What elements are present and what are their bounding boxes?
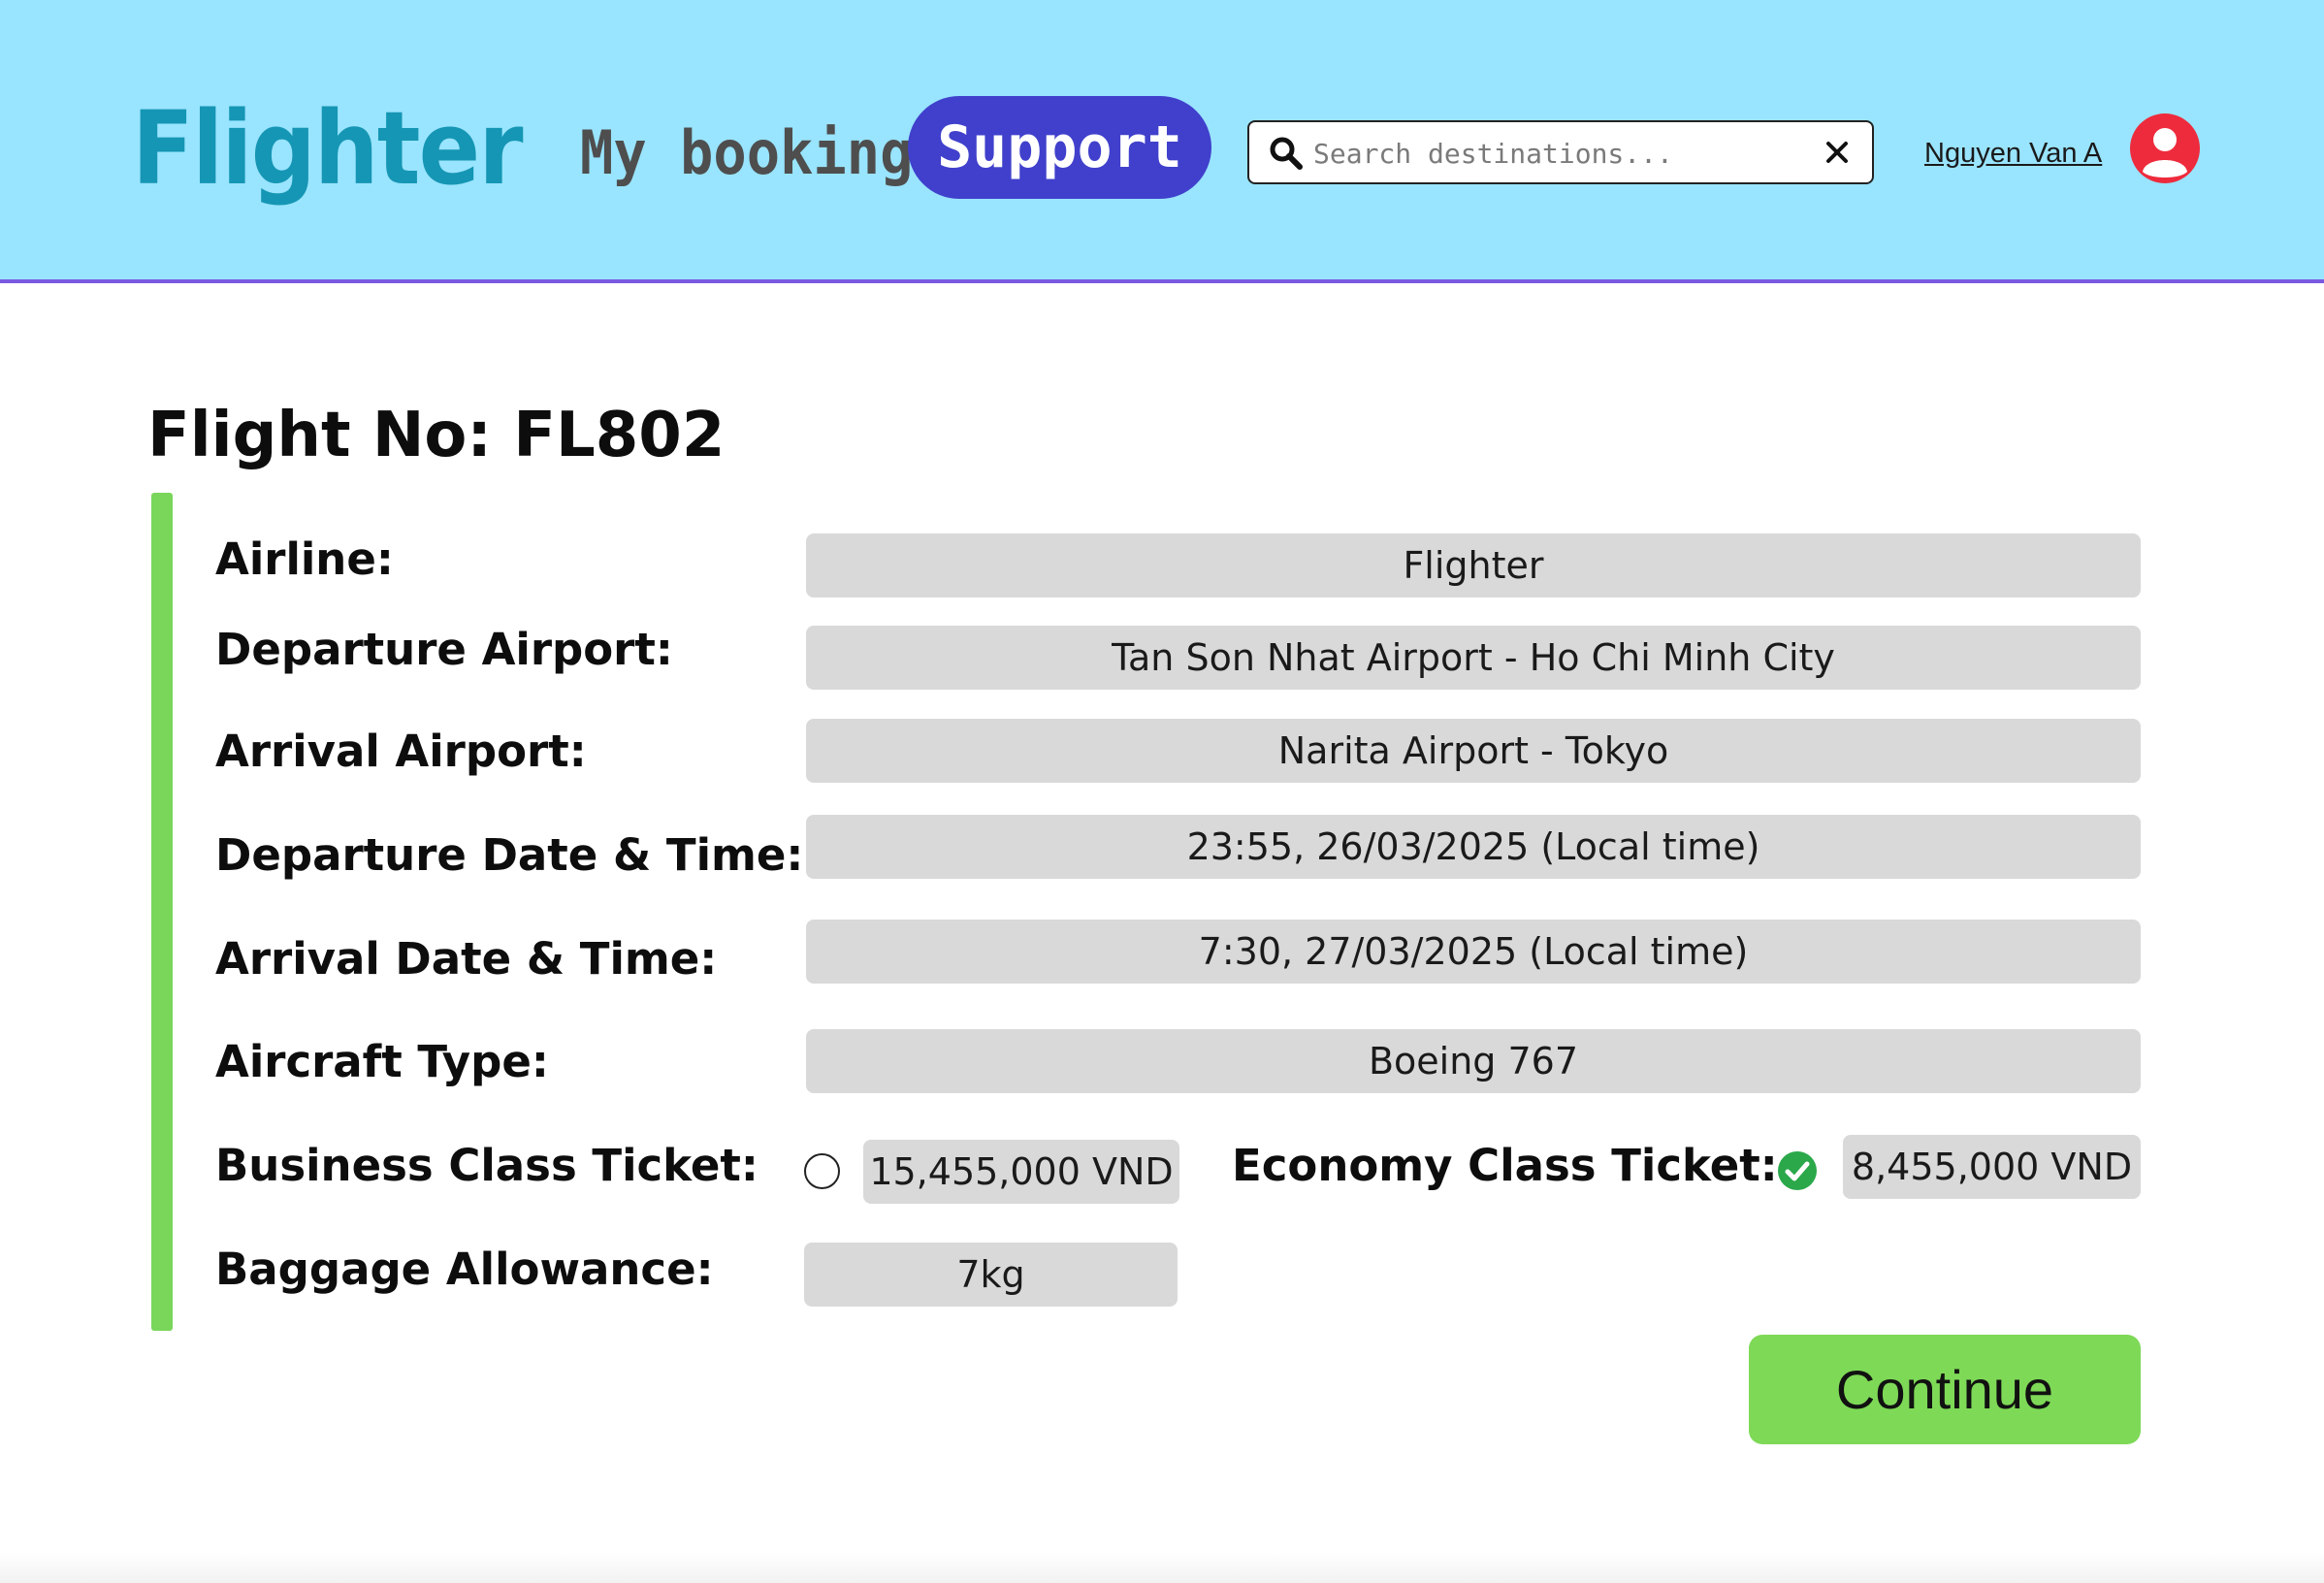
flight-number-title: Flight No: FL802 — [147, 400, 726, 471]
search-bar — [1247, 120, 1874, 184]
departure-datetime-label: Departure Date & Time: — [215, 829, 804, 881]
section-accent-bar — [151, 493, 173, 1331]
baggage-allowance-label: Baggage Allowance: — [215, 1244, 714, 1295]
app-logo[interactable]: Flighter — [132, 76, 524, 221]
departure-airport-label: Departure Airport: — [215, 624, 673, 675]
baggage-allowance-field: 7kg — [804, 1243, 1178, 1307]
business-class-radio[interactable] — [804, 1153, 840, 1189]
departure-datetime-field: 23:55, 26/03/2025 (Local time) — [806, 815, 2141, 879]
airline-field: Flighter — [806, 533, 2141, 598]
arrival-datetime-field: 7:30, 27/03/2025 (Local time) — [806, 920, 2141, 984]
search-icon — [1270, 137, 1303, 170]
arrival-airport-label: Arrival Airport: — [215, 726, 587, 777]
departure-airport-field: Tan Son Nhat Airport - Ho Chi Minh City — [806, 626, 2141, 690]
search-input[interactable] — [1313, 130, 1808, 177]
check-circle-icon[interactable] — [1777, 1150, 1818, 1191]
aircraft-type-label: Aircraft Type: — [215, 1036, 549, 1087]
aircraft-type-field: Boeing 767 — [806, 1029, 2141, 1093]
economy-class-label: Economy Class Ticket: — [1232, 1140, 1778, 1191]
economy-class-price: 8,455,000 VND — [1843, 1135, 2141, 1199]
airline-label: Airline: — [215, 533, 394, 585]
continue-button[interactable]: Continue — [1749, 1335, 2141, 1444]
nav-my-booking[interactable]: My booking — [580, 105, 913, 202]
top-header: Flighter My booking Support Nguyen Van A — [0, 0, 2324, 283]
business-class-price: 15,455,000 VND — [863, 1140, 1179, 1204]
arrival-airport-field: Narita Airport - Tokyo — [806, 719, 2141, 783]
arrival-datetime-label: Arrival Date & Time: — [215, 933, 718, 985]
close-icon[interactable] — [1820, 135, 1855, 170]
nav-support-button[interactable]: Support — [908, 96, 1211, 199]
page-bottom-shadow — [0, 1552, 2324, 1583]
business-class-label: Business Class Ticket: — [215, 1140, 759, 1191]
user-name-link[interactable]: Nguyen Van A — [1924, 132, 2102, 175]
user-avatar-icon[interactable] — [2130, 113, 2200, 183]
